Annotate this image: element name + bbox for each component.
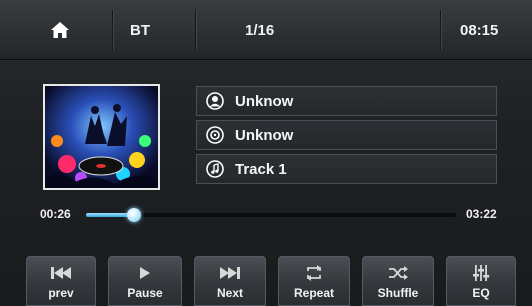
equalizer-icon	[472, 264, 490, 282]
clock: 08:15	[460, 21, 499, 39]
title-row: Track 1	[196, 154, 497, 184]
top-bar: BT 1/16 08:15	[0, 0, 532, 60]
prev-button[interactable]: prev	[26, 256, 96, 306]
title-text: Track 1	[235, 160, 287, 178]
source-label: BT	[130, 21, 150, 39]
bt-music-player-screen: BT 1/16 08:15 Unknow Unknow Track 1 00:2…	[0, 0, 532, 306]
album-text: Unknow	[235, 126, 294, 144]
skip-back-icon	[50, 264, 72, 282]
divider	[440, 10, 441, 50]
elapsed-time: 00:26	[40, 207, 71, 221]
disc-icon	[205, 125, 225, 145]
eq-button[interactable]: EQ	[446, 256, 516, 306]
pause-label: Pause	[127, 286, 163, 300]
total-time: 03:22	[466, 207, 497, 221]
artist-text: Unknow	[235, 92, 294, 110]
shuffle-button[interactable]: Shuffle	[362, 256, 434, 306]
album-art	[43, 84, 160, 190]
home-icon	[51, 22, 69, 38]
repeat-icon	[304, 264, 324, 282]
pause-button[interactable]: Pause	[108, 256, 182, 306]
home-button[interactable]	[40, 0, 80, 60]
next-label: Next	[216, 286, 243, 300]
artist-row: Unknow	[196, 86, 497, 116]
play-icon	[138, 264, 152, 282]
album-art-image	[45, 86, 158, 188]
shuffle-icon	[388, 264, 408, 282]
next-button[interactable]: Next	[194, 256, 266, 306]
seek-knob[interactable]	[127, 208, 141, 222]
track-counter: 1/16	[245, 21, 275, 39]
shuffle-label: Shuffle	[377, 286, 419, 300]
skip-forward-icon	[219, 264, 241, 282]
music-note-icon	[205, 159, 225, 179]
divider	[195, 10, 196, 50]
artist-icon	[205, 91, 225, 111]
prev-label: prev	[48, 286, 74, 300]
eq-label: EQ	[472, 286, 490, 300]
divider	[112, 10, 113, 50]
repeat-label: Repeat	[293, 286, 334, 300]
repeat-button[interactable]: Repeat	[278, 256, 350, 306]
seek-bar[interactable]	[86, 208, 456, 222]
album-row: Unknow	[196, 120, 497, 150]
